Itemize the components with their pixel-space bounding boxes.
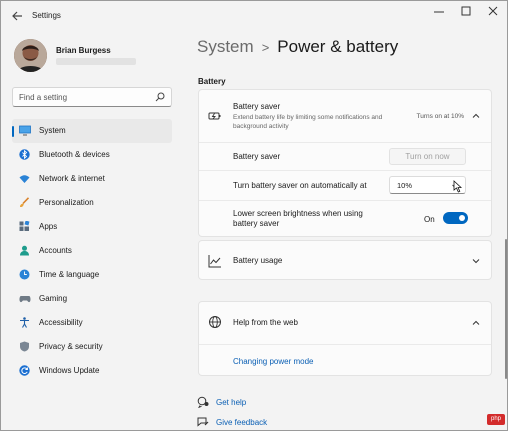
- page-title: System > Power & battery: [197, 37, 398, 57]
- sidebar-item-label: Bluetooth & devices: [39, 150, 110, 159]
- sidebar-item-label: Accessibility: [39, 318, 83, 327]
- gamepad-icon: [19, 293, 31, 304]
- sidebar-item-label: Network & internet: [39, 174, 105, 183]
- breadcrumb-separator: >: [261, 40, 270, 55]
- battery-saver-description: Extend battery life by limiting some not…: [233, 114, 383, 130]
- help-from-web-title: Help from the web: [233, 318, 298, 327]
- close-icon: [488, 6, 498, 16]
- brightness-row: Lower screen brightness when using batte…: [199, 200, 491, 236]
- battery-saver-card: Battery saver Extend battery life by lim…: [198, 89, 492, 237]
- breadcrumb-parent[interactable]: System: [197, 37, 254, 56]
- search-icon[interactable]: [155, 92, 165, 102]
- toggle-knob: [459, 215, 465, 221]
- sidebar-item-personalization[interactable]: Personalization: [12, 191, 172, 215]
- search-input[interactable]: [19, 91, 149, 104]
- globe-icon: [208, 315, 222, 329]
- brush-icon: [19, 197, 30, 208]
- sidebar-item-label: Privacy & security: [39, 342, 103, 351]
- wifi-icon: [19, 173, 30, 184]
- main-scrollbar[interactable]: [505, 239, 507, 379]
- sidebar-nav: System Bluetooth & devices Network & int…: [12, 119, 172, 383]
- auto-threshold-row: Turn battery saver on automatically at 1…: [199, 170, 491, 200]
- maximize-button[interactable]: [452, 4, 480, 20]
- get-help-link[interactable]: Get help: [216, 398, 246, 407]
- sidebar-item-time-language[interactable]: Time & language: [12, 263, 172, 287]
- feedback-icon: [197, 416, 209, 428]
- get-help-icon: [197, 396, 209, 409]
- battery-saver-status: Turns on at 10%: [416, 113, 464, 120]
- brightness-toggle-state: On: [424, 215, 435, 224]
- sidebar-item-label: Time & language: [39, 270, 100, 279]
- brightness-label: Lower screen brightness when using batte…: [233, 209, 363, 228]
- globe-clock-icon: [19, 269, 30, 280]
- changing-power-mode-link[interactable]: Changing power mode: [233, 357, 314, 366]
- sidebar-item-label: System: [39, 126, 66, 135]
- settings-window: Settings Brian Burgess Find a setting Sy…: [0, 0, 508, 431]
- battery-saver-row: Battery saver Turn on now: [199, 142, 491, 170]
- auto-threshold-value: 10%: [397, 181, 413, 190]
- title-bar: Settings: [1, 1, 507, 31]
- shield-icon: [19, 341, 30, 352]
- brightness-toggle[interactable]: [443, 212, 468, 224]
- sidebar-item-label: Apps: [39, 222, 58, 231]
- avatar: [14, 39, 47, 72]
- app-title: Settings: [32, 11, 61, 20]
- breadcrumb-current: Power & battery: [277, 37, 399, 56]
- apps-icon: [19, 220, 30, 232]
- give-feedback-link[interactable]: Give feedback: [216, 418, 267, 427]
- sidebar-item-apps[interactable]: Apps: [12, 215, 172, 239]
- help-from-web-header[interactable]: Help from the web: [199, 302, 491, 344]
- close-button[interactable]: [479, 4, 507, 20]
- sidebar-item-windows-update[interactable]: Windows Update: [12, 359, 172, 383]
- battery-saver-icon: [208, 109, 222, 123]
- user-name: Brian Burgess: [56, 46, 111, 55]
- sidebar-item-label: Personalization: [39, 198, 94, 207]
- sidebar-item-network[interactable]: Network & internet: [12, 167, 172, 191]
- battery-usage-card[interactable]: Battery usage: [198, 240, 492, 280]
- monitor-icon: [19, 125, 31, 136]
- minimize-button[interactable]: [425, 4, 453, 20]
- person-icon: [19, 245, 30, 256]
- user-email-redacted: [56, 58, 136, 65]
- sidebar-item-label: Gaming: [39, 294, 68, 303]
- watermark-logo-icon: php: [487, 414, 505, 425]
- help-link-row: Changing power mode: [199, 344, 491, 376]
- chart-line-icon: [208, 254, 222, 268]
- battery-saver-header[interactable]: Battery saver Extend battery life by lim…: [199, 90, 491, 142]
- maximize-icon: [461, 6, 471, 16]
- sidebar-item-label: Accounts: [39, 246, 72, 255]
- sidebar-item-label: Windows Update: [39, 366, 100, 375]
- sidebar-item-accounts[interactable]: Accounts: [12, 239, 172, 263]
- mouse-cursor-icon: [453, 180, 463, 193]
- chevron-down-icon: [471, 256, 481, 266]
- sidebar-item-privacy-security[interactable]: Privacy & security: [12, 335, 172, 359]
- auto-threshold-label: Turn battery saver on automatically at: [233, 181, 367, 190]
- sidebar-item-gaming[interactable]: Gaming: [12, 287, 172, 311]
- search-box[interactable]: [12, 87, 172, 107]
- help-from-web-card: Help from the web Changing power mode: [198, 301, 492, 376]
- battery-saver-title: Battery saver: [233, 102, 281, 111]
- back-arrow-icon[interactable]: [10, 9, 24, 23]
- sidebar-item-system[interactable]: System: [12, 119, 172, 143]
- minimize-icon: [434, 11, 444, 13]
- battery-saver-row-label: Battery saver: [233, 152, 281, 161]
- sidebar-item-accessibility[interactable]: Accessibility: [12, 311, 172, 335]
- battery-usage-title: Battery usage: [233, 256, 283, 265]
- update-icon: [19, 365, 30, 376]
- accessibility-icon: [19, 317, 30, 328]
- sidebar-item-bluetooth[interactable]: Bluetooth & devices: [12, 143, 172, 167]
- chevron-up-icon: [471, 318, 481, 328]
- chevron-up-icon[interactable]: [471, 111, 481, 121]
- bluetooth-icon: [19, 149, 30, 160]
- section-label-battery: Battery: [198, 77, 226, 86]
- turn-on-now-button[interactable]: Turn on now: [389, 148, 466, 165]
